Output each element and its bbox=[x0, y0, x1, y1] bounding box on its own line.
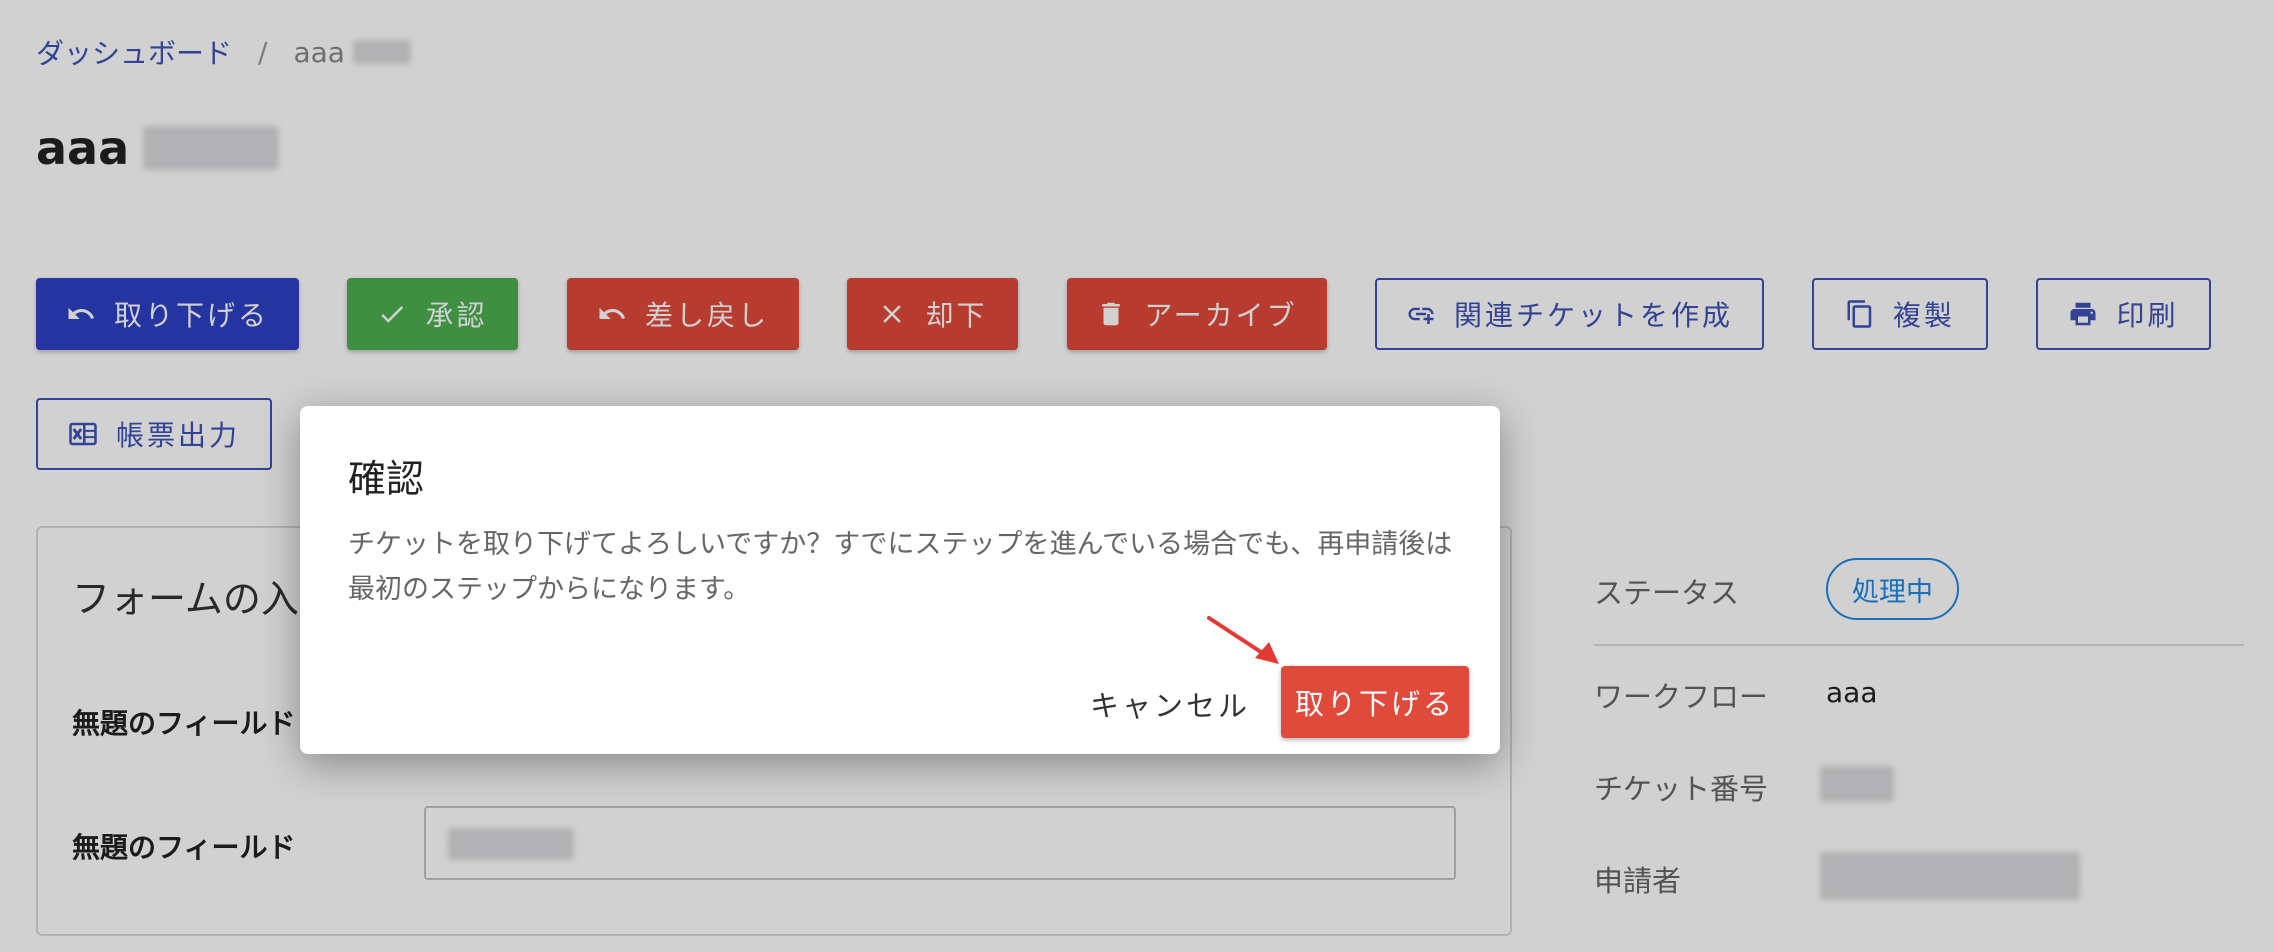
confirm-dialog: 確認 チケットを取り下げてよろしいですか？すでにステップを進んでいる場合でも、再… bbox=[300, 406, 1500, 754]
annotation-arrow-icon bbox=[1207, 616, 1279, 664]
cancel-button[interactable]: キャンセル bbox=[1090, 668, 1250, 740]
dialog-title: 確認 bbox=[348, 457, 425, 501]
ticket-detail-page: ダッシュボード / aaa aaa 取り下げる 承認 差し戻し 却下 アーカイブ… bbox=[0, 0, 2274, 952]
dialog-message: チケットを取り下げてよろしいですか？すでにステップを進んでいる場合でも、再申請後… bbox=[348, 529, 1453, 605]
confirm-withdraw-button[interactable]: 取り下げる bbox=[1281, 666, 1469, 738]
